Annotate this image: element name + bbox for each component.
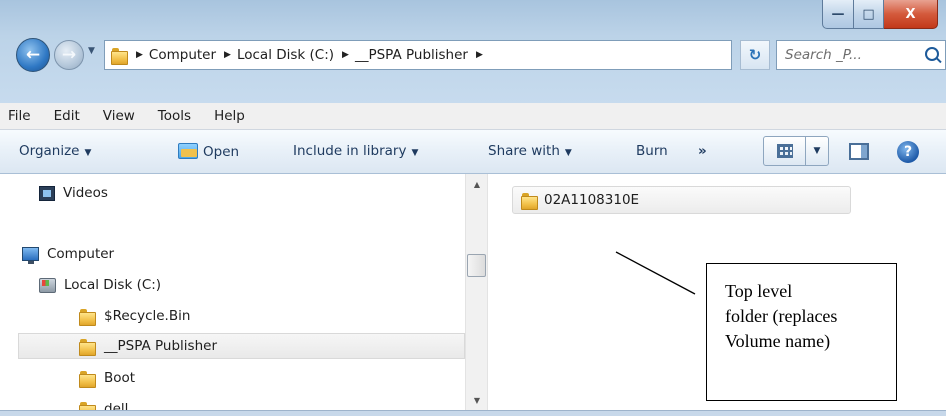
nav-item-label: Local Disk (C:) xyxy=(64,277,162,293)
open-icon xyxy=(178,143,198,159)
include-in-library-button[interactable]: Include in library ▼ xyxy=(293,143,418,159)
share-with-button[interactable]: Share with ▼ xyxy=(488,143,572,159)
chevron-down-icon: ▼ xyxy=(84,148,92,158)
nav-item-label: __PSPA Publisher xyxy=(104,338,217,354)
breadcrumb-separator-icon[interactable]: ▶ xyxy=(342,50,349,60)
grid-view-icon xyxy=(776,144,793,158)
navigation-pane: Videos Computer Local Disk (C:) $Recycle… xyxy=(0,174,465,416)
nav-item-boot[interactable]: Boot xyxy=(79,365,135,391)
nav-item-computer[interactable]: Computer xyxy=(22,241,114,267)
menu-help[interactable]: Help xyxy=(214,108,245,124)
explorer-window: — □ X ← → ▼ ▶ Computer ▶ Local Disk (C:)… xyxy=(0,0,946,416)
nav-item-label: Boot xyxy=(104,370,136,386)
folder-icon xyxy=(111,47,128,65)
folder-icon xyxy=(79,338,96,356)
chevron-down-icon: ▼ xyxy=(813,146,821,156)
change-view-button[interactable]: ▼ xyxy=(763,136,829,166)
menu-edit[interactable]: Edit xyxy=(54,108,80,124)
include-in-library-label: Include in library xyxy=(293,143,407,159)
nav-item-videos[interactable]: Videos xyxy=(39,180,108,206)
view-options-dropdown[interactable]: ▼ xyxy=(806,137,828,165)
computer-icon xyxy=(22,247,39,264)
more-commands-button[interactable]: » xyxy=(698,143,707,159)
breadcrumb-local-disk[interactable]: Local Disk (C:) xyxy=(237,47,334,63)
video-icon xyxy=(39,185,55,201)
callout-line-2: folder (replaces xyxy=(725,306,838,326)
refresh-button[interactable]: ↻ xyxy=(740,40,770,70)
help-icon[interactable]: ? xyxy=(897,141,919,163)
burn-button[interactable]: Burn xyxy=(636,143,668,159)
window-chrome: — □ X ← → ▼ ▶ Computer ▶ Local Disk (C:)… xyxy=(0,0,946,103)
recent-pages-dropdown[interactable]: ▼ xyxy=(88,46,95,56)
address-bar[interactable]: ▶ Computer ▶ Local Disk (C:) ▶ __PSPA Pu… xyxy=(104,40,818,70)
search-input[interactable]: Search _P... xyxy=(776,40,946,70)
chevron-down-icon: ▼ xyxy=(564,148,572,158)
maximize-button[interactable]: □ xyxy=(854,0,884,29)
window-controls: — □ X xyxy=(822,0,938,29)
scrollbar-thumb[interactable] xyxy=(467,254,486,277)
scroll-up-arrow-icon[interactable]: ▲ xyxy=(466,180,488,192)
menu-bar: File Edit View Tools Help xyxy=(0,103,946,130)
view-toggle[interactable] xyxy=(764,137,806,165)
back-arrow-icon: ← xyxy=(25,45,41,65)
refresh-icon: ↻ xyxy=(748,46,762,64)
nav-item-pspa-publisher[interactable]: __PSPA Publisher xyxy=(18,333,465,359)
breadcrumb-pspa-publisher[interactable]: __PSPA Publisher xyxy=(355,47,468,63)
annotation-callout: Top level folder (replaces Volume name) xyxy=(706,263,897,401)
minimize-button[interactable]: — xyxy=(822,0,854,29)
chevron-down-icon: ▼ xyxy=(411,148,419,158)
scroll-down-arrow-icon[interactable]: ▼ xyxy=(466,396,488,408)
close-button[interactable]: X xyxy=(884,0,938,29)
file-list: 02A1108310E Top level folder (replaces V… xyxy=(489,174,946,416)
open-button[interactable]: Open xyxy=(178,143,239,160)
nav-item-label: $Recycle.Bin xyxy=(104,308,191,324)
breadcrumb: ▶ Computer ▶ Local Disk (C:) ▶ __PSPA Pu… xyxy=(128,47,489,63)
breadcrumb-separator-icon[interactable]: ▶ xyxy=(224,50,231,60)
forward-arrow-icon: → xyxy=(61,45,77,65)
command-bar: Organize ▼ Open Include in library ▼ Share… xyxy=(0,130,946,174)
share-with-label: Share with xyxy=(488,143,560,159)
organize-button[interactable]: Organize ▼ xyxy=(19,143,91,159)
address-row: ← → ▼ ▶ Computer ▶ Local Disk (C:) ▶ __P… xyxy=(0,34,946,74)
folder-icon xyxy=(79,308,96,326)
nav-item-recycle-bin[interactable]: $Recycle.Bin xyxy=(79,303,190,329)
breadcrumb-separator-icon[interactable]: ▶ xyxy=(476,50,483,60)
folder-icon xyxy=(79,370,96,388)
burn-label: Burn xyxy=(636,143,668,159)
menu-file[interactable]: File xyxy=(8,108,31,124)
callout-line xyxy=(615,251,696,295)
callout-line-1: Top level xyxy=(725,281,793,301)
breadcrumb-computer[interactable]: Computer xyxy=(149,47,216,63)
disk-icon xyxy=(39,277,56,293)
window-bottom-border xyxy=(0,410,946,416)
search-placeholder: Search _P... xyxy=(785,47,862,63)
nav-item-label: Videos xyxy=(63,185,108,201)
preview-pane-icon[interactable] xyxy=(849,143,869,160)
menu-tools[interactable]: Tools xyxy=(158,108,191,124)
nav-scrollbar[interactable]: ▲ ▼ xyxy=(465,174,488,416)
callout-line-3: Volume name) xyxy=(725,331,831,351)
breadcrumb-separator-icon[interactable]: ▶ xyxy=(136,50,143,60)
back-button[interactable]: ← xyxy=(16,38,50,72)
forward-button[interactable]: → xyxy=(54,40,84,70)
nav-item-local-disk[interactable]: Local Disk (C:) xyxy=(39,272,161,298)
open-label: Open xyxy=(203,144,240,160)
nav-item-label: Computer xyxy=(47,246,115,262)
menu-view[interactable]: View xyxy=(103,108,135,124)
search-icon[interactable] xyxy=(925,47,939,61)
organize-label: Organize xyxy=(19,143,80,159)
